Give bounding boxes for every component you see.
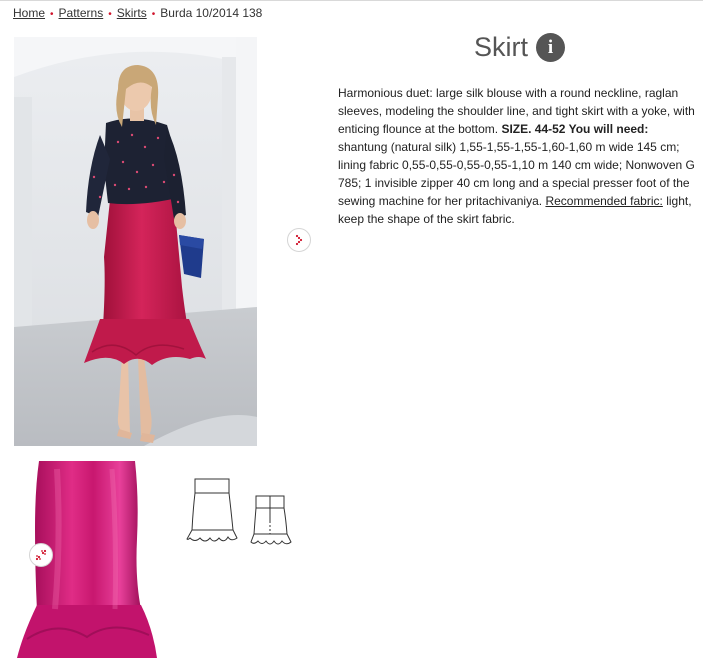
gallery-next-button[interactable] — [287, 228, 311, 252]
breadcrumb-current: Burda 10/2014 138 — [160, 6, 263, 20]
breadcrumb: Home • Patterns • Skirts • Burda 10/2014… — [13, 6, 262, 20]
size-label: SIZE. 44-52 You will need: — [501, 122, 649, 136]
product-description: Harmonious duet: large silk blouse with … — [338, 84, 698, 228]
zoom-button[interactable] — [29, 543, 53, 567]
info-icon[interactable]: i — [536, 33, 565, 62]
chevron-right-icon — [295, 234, 303, 246]
recommended-fabric-label: Recommended fabric: — [545, 194, 663, 208]
breadcrumb-separator: • — [151, 8, 156, 20]
main-product-photo[interactable] — [14, 37, 257, 446]
top-divider — [0, 0, 703, 1]
breadcrumb-patterns[interactable]: Patterns — [59, 6, 104, 20]
breadcrumb-skirts[interactable]: Skirts — [117, 6, 147, 20]
breadcrumb-home[interactable]: Home — [13, 6, 45, 20]
product-title: Skirt — [474, 32, 528, 62]
technical-drawing[interactable] — [186, 476, 296, 556]
breadcrumb-separator: • — [108, 8, 112, 20]
expand-arrows-icon — [35, 549, 47, 561]
product-title-row: Skirt i — [474, 32, 565, 63]
breadcrumb-separator: • — [50, 8, 54, 20]
